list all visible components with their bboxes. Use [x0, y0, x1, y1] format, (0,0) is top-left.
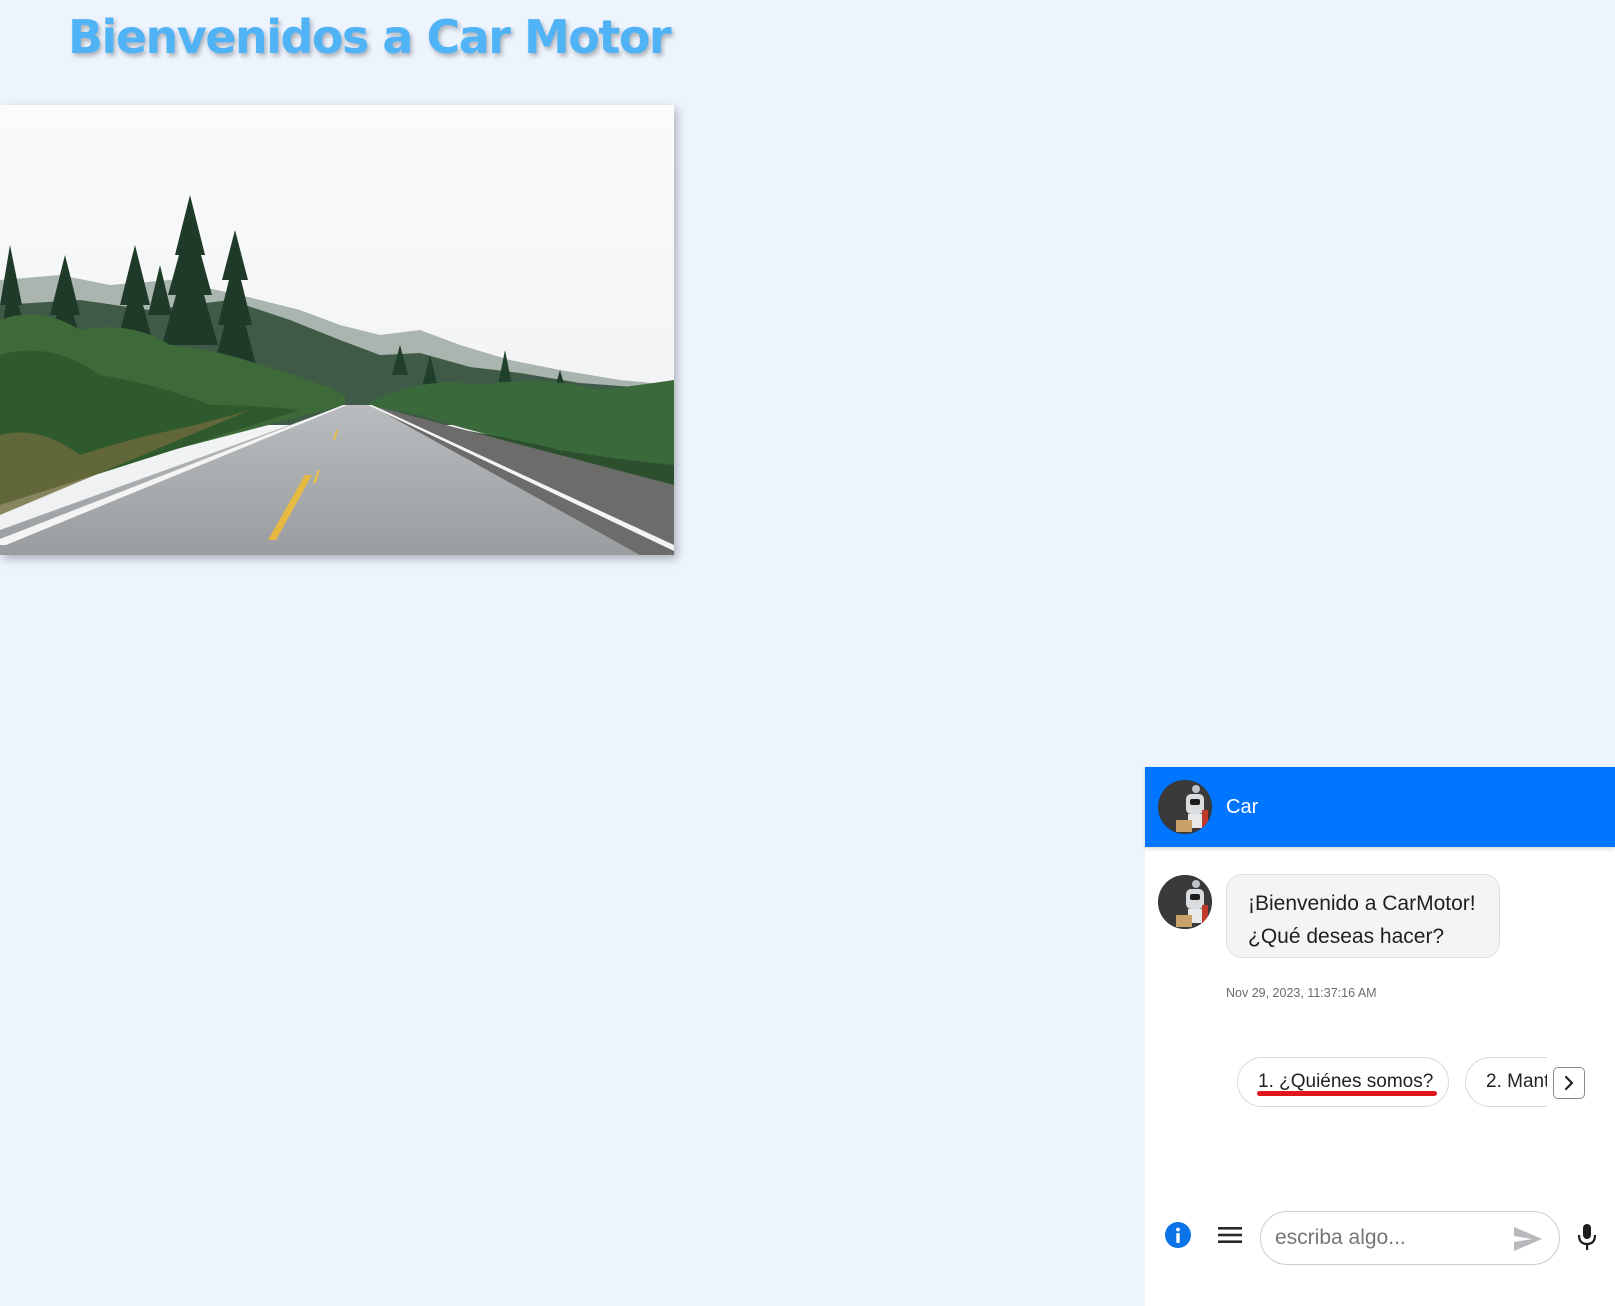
message-line: ¡Bienvenido a CarMotor!: [1248, 892, 1476, 915]
red-underline-annotation: [1257, 1091, 1437, 1096]
page-title: Bienvenidos a Car Motor: [68, 10, 672, 64]
quick-reply-label: 1. ¿Quiénes somos?: [1258, 1071, 1434, 1092]
quick-reply-label: 2. Mant: [1486, 1071, 1547, 1092]
message-input-wrapper: [1260, 1211, 1560, 1265]
menu-icon[interactable]: [1217, 1223, 1243, 1247]
hero-image: [0, 105, 674, 555]
message-robot-avatar: [1158, 875, 1212, 929]
chevron-right-icon[interactable]: [1553, 1067, 1585, 1099]
message-input[interactable]: [1275, 1222, 1505, 1254]
chat-widget: Car ¡Bienvenido a CarMotor! ¿Qué deseas …: [1145, 767, 1615, 1306]
message-line: ¿Qué deseas hacer?: [1248, 925, 1445, 948]
microphone-icon[interactable]: [1575, 1223, 1599, 1251]
robot-avatar: [1158, 780, 1212, 834]
message-timestamp: Nov 29, 2023, 11:37:16 AM: [1226, 986, 1377, 1000]
info-icon[interactable]: [1164, 1221, 1192, 1249]
quick-reply-maintenance[interactable]: 2. Mant: [1465, 1057, 1547, 1107]
chat-header: Car: [1145, 767, 1615, 847]
chat-bot-name: Car: [1226, 796, 1259, 818]
quick-replies: 1. ¿Quiénes somos? 2. Mant: [1237, 1057, 1547, 1111]
bot-message-bubble: ¡Bienvenido a CarMotor! ¿Qué deseas hace…: [1226, 874, 1500, 958]
send-icon[interactable]: [1512, 1224, 1544, 1254]
quick-reply-about-us[interactable]: 1. ¿Quiénes somos?: [1237, 1057, 1449, 1107]
road-landscape-image: [0, 105, 674, 555]
